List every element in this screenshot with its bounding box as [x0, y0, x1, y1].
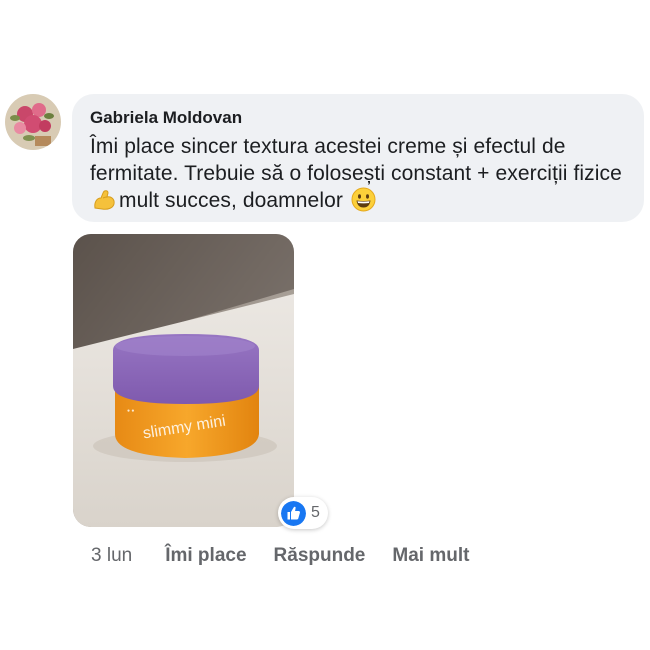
comment-bubble: Gabriela Moldovan Îmi place sincer textu…	[72, 94, 644, 222]
jar-small-print: ● ●	[127, 408, 134, 414]
reaction-count: 5	[311, 504, 320, 521]
comment-thread: Gabriela Moldovan Îmi place sincer textu…	[0, 0, 650, 650]
reply-button[interactable]: Răspunde	[274, 545, 366, 567]
comment-actions: 3 lun Îmi place Răspunde Mai mult	[91, 545, 496, 567]
reaction-summary[interactable]: 5	[278, 497, 328, 529]
comment-text: Îmi place sincer textura acestei creme ș…	[90, 133, 626, 214]
like-button[interactable]: Îmi place	[165, 545, 246, 567]
comment-text-part1: Îmi place sincer textura acestei creme ș…	[90, 135, 622, 185]
comment-text-part2: mult succes, doamnelor	[119, 189, 349, 212]
flexed-biceps-icon	[92, 187, 117, 212]
comment-author[interactable]: Gabriela Moldovan	[90, 107, 626, 129]
grinning-face-icon	[351, 187, 376, 212]
like-icon	[281, 500, 306, 526]
avatar[interactable]	[5, 94, 61, 150]
comment-timestamp[interactable]: 3 lun	[91, 545, 132, 567]
more-button[interactable]: Mai mult	[392, 545, 469, 567]
comment-photo[interactable]: slimmy mini ● ●	[73, 234, 294, 527]
